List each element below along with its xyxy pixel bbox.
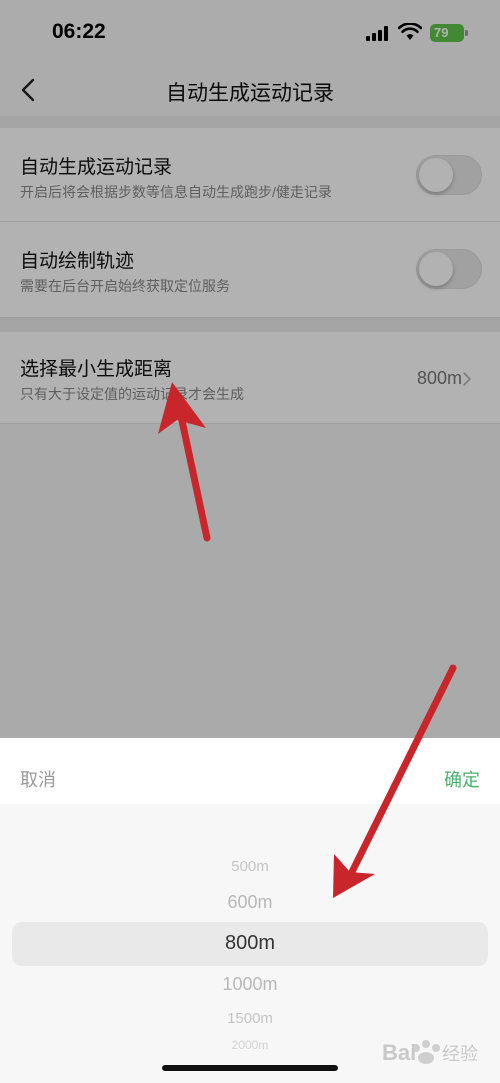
picker-option[interactable]: 1500m (0, 1010, 500, 1027)
svg-text:经验: 经验 (442, 1044, 478, 1064)
confirm-button[interactable]: 确定 (444, 766, 480, 792)
picker-option[interactable]: 500m (0, 858, 500, 875)
picker-option[interactable]: 600m (0, 892, 500, 913)
svg-text:Bai: Bai (382, 1040, 416, 1065)
watermark-logo-icon: Bai 经验 (382, 1040, 478, 1065)
home-indicator (162, 1065, 338, 1071)
picker-option-selected[interactable]: 800m (0, 932, 500, 955)
picker-option[interactable]: 1000m (0, 974, 500, 995)
modal-overlay[interactable] (0, 0, 500, 738)
screen: 06:22 79 自动生成运动记录 自动生成运动记录 开启后将会根据步数等信息自… (0, 0, 500, 1083)
cancel-button[interactable]: 取消 (20, 766, 56, 792)
sheet-header: 取消 确定 (0, 738, 500, 804)
